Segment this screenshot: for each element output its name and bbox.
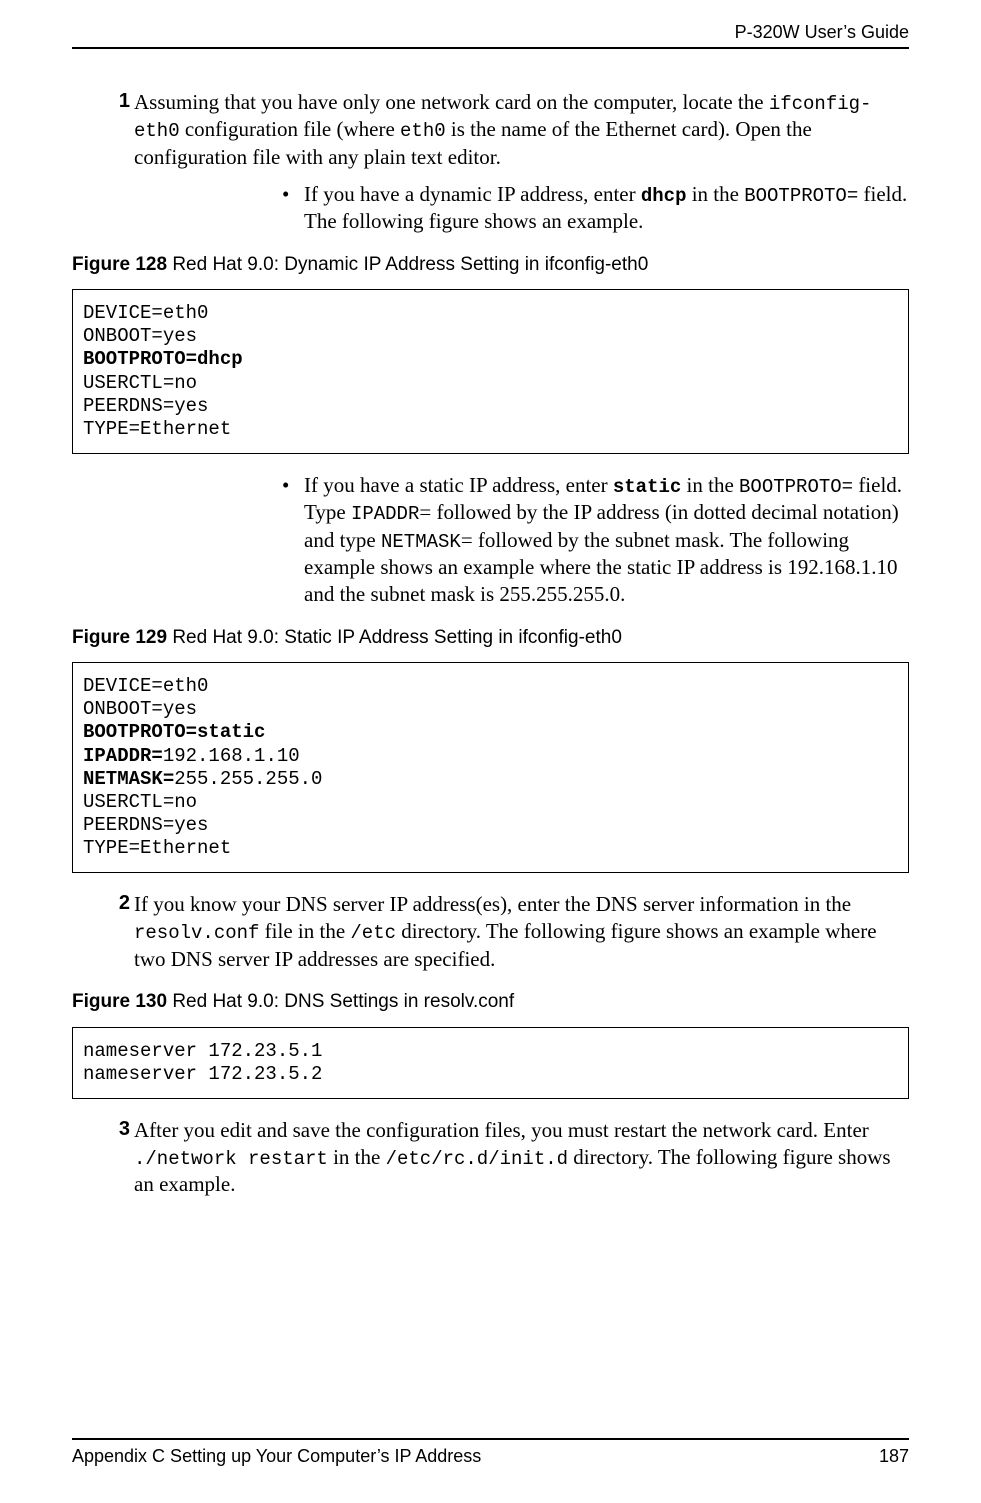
inline-code: BOOTPROTO= — [739, 476, 853, 498]
text: If you have a static IP address, enter — [304, 473, 613, 497]
code-line: nameserver 172.23.5.2 — [83, 1063, 322, 1085]
step-body: Assuming that you have only one network … — [134, 89, 909, 171]
code-line-bold: BOOTPROTO=dhcp — [83, 348, 243, 370]
page-number: 187 — [879, 1446, 909, 1467]
step-number: 1 — [106, 89, 134, 171]
bullet-static-ip: • If you have a static IP address, enter… — [282, 472, 909, 608]
figure-label: Figure 130 — [72, 991, 172, 1012]
inline-code: IPADDR — [351, 503, 419, 525]
text: If you have a dynamic IP address, enter — [304, 182, 641, 206]
page-content: 1 Assuming that you have only one networ… — [72, 49, 909, 1198]
code-line: TYPE=Ethernet — [83, 837, 231, 859]
bullet-body: If you have a dynamic IP address, enter … — [304, 181, 909, 235]
bullet-body: If you have a static IP address, enter s… — [304, 472, 909, 608]
code-line-bold: NETMASK= — [83, 768, 174, 790]
bullet-marker: • — [282, 472, 304, 608]
step-body: After you edit and save the configuratio… — [134, 1117, 909, 1198]
code-line: PEERDNS=yes — [83, 395, 208, 417]
inline-code: /etc/rc.d/init.d — [386, 1148, 568, 1170]
text: configuration file (where — [180, 117, 400, 141]
code-box-128: DEVICE=eth0 ONBOOT=yes BOOTPROTO=dhcp US… — [72, 289, 909, 454]
step-number: 2 — [106, 891, 134, 972]
code-line: ONBOOT=yes — [83, 698, 197, 720]
code-box-129: DEVICE=eth0 ONBOOT=yes BOOTPROTO=static … — [72, 662, 909, 873]
inline-code: NETMASK — [381, 531, 461, 553]
figure-128-caption: Figure 128 Red Hat 9.0: Dynamic IP Addre… — [72, 253, 909, 277]
code-line: nameserver 172.23.5.1 — [83, 1040, 322, 1062]
code-line: USERCTL=no — [83, 372, 197, 394]
figure-caption-text: Red Hat 9.0: Static IP Address Setting i… — [172, 627, 622, 648]
header-title: P-320W User’s Guide — [735, 22, 909, 42]
code-line: DEVICE=eth0 — [83, 302, 208, 324]
step-1: 1 Assuming that you have only one networ… — [106, 89, 909, 171]
text: in the — [681, 473, 739, 497]
text: in the — [686, 182, 744, 206]
inline-code: BOOTPROTO= — [744, 185, 858, 207]
figure-129-caption: Figure 129 Red Hat 9.0: Static IP Addres… — [72, 626, 909, 650]
code-box-130: nameserver 172.23.5.1 nameserver 172.23.… — [72, 1027, 909, 1099]
code-line: ONBOOT=yes — [83, 325, 197, 347]
text: Assuming that you have only one network … — [134, 90, 769, 114]
text: in the — [328, 1145, 386, 1169]
figure-caption-text: Red Hat 9.0: Dynamic IP Address Setting … — [172, 254, 648, 275]
figure-130-caption: Figure 130 Red Hat 9.0: DNS Settings in … — [72, 990, 909, 1014]
figure-label: Figure 128 — [72, 254, 172, 275]
code-line-bold: IPADDR= — [83, 745, 163, 767]
figure-label: Figure 129 — [72, 627, 172, 648]
bullet-marker: • — [282, 181, 304, 235]
text: file in the — [259, 919, 350, 943]
code-line: 192.168.1.10 — [163, 745, 300, 767]
step-3: 3 After you edit and save the configurat… — [106, 1117, 909, 1198]
code-line: 255.255.255.0 — [174, 768, 322, 790]
code-line-bold: BOOTPROTO=static — [83, 721, 265, 743]
footer-left: Appendix C Setting up Your Computer’s IP… — [72, 1446, 481, 1467]
page-header: P-320W User’s Guide — [72, 0, 909, 49]
inline-code: eth0 — [400, 120, 446, 142]
code-line: USERCTL=no — [83, 791, 197, 813]
inline-code-bold: dhcp — [641, 185, 687, 207]
code-line: PEERDNS=yes — [83, 814, 208, 836]
text: After you edit and save the configuratio… — [134, 1118, 869, 1142]
figure-caption-text: Red Hat 9.0: DNS Settings in resolv.conf — [172, 991, 514, 1012]
inline-code: /etc — [350, 922, 396, 944]
step-2: 2 If you know your DNS server IP address… — [106, 891, 909, 972]
code-line: DEVICE=eth0 — [83, 675, 208, 697]
page-footer: Appendix C Setting up Your Computer’s IP… — [72, 1438, 909, 1467]
inline-code: ./network restart — [134, 1148, 328, 1170]
inline-code: resolv.conf — [134, 922, 259, 944]
code-line: TYPE=Ethernet — [83, 418, 231, 440]
step-number: 3 — [106, 1117, 134, 1198]
inline-code-bold: static — [613, 476, 681, 498]
bullet-dynamic-ip: • If you have a dynamic IP address, ente… — [282, 181, 909, 235]
text: If you know your DNS server IP address(e… — [134, 892, 851, 916]
step-body: If you know your DNS server IP address(e… — [134, 891, 909, 972]
